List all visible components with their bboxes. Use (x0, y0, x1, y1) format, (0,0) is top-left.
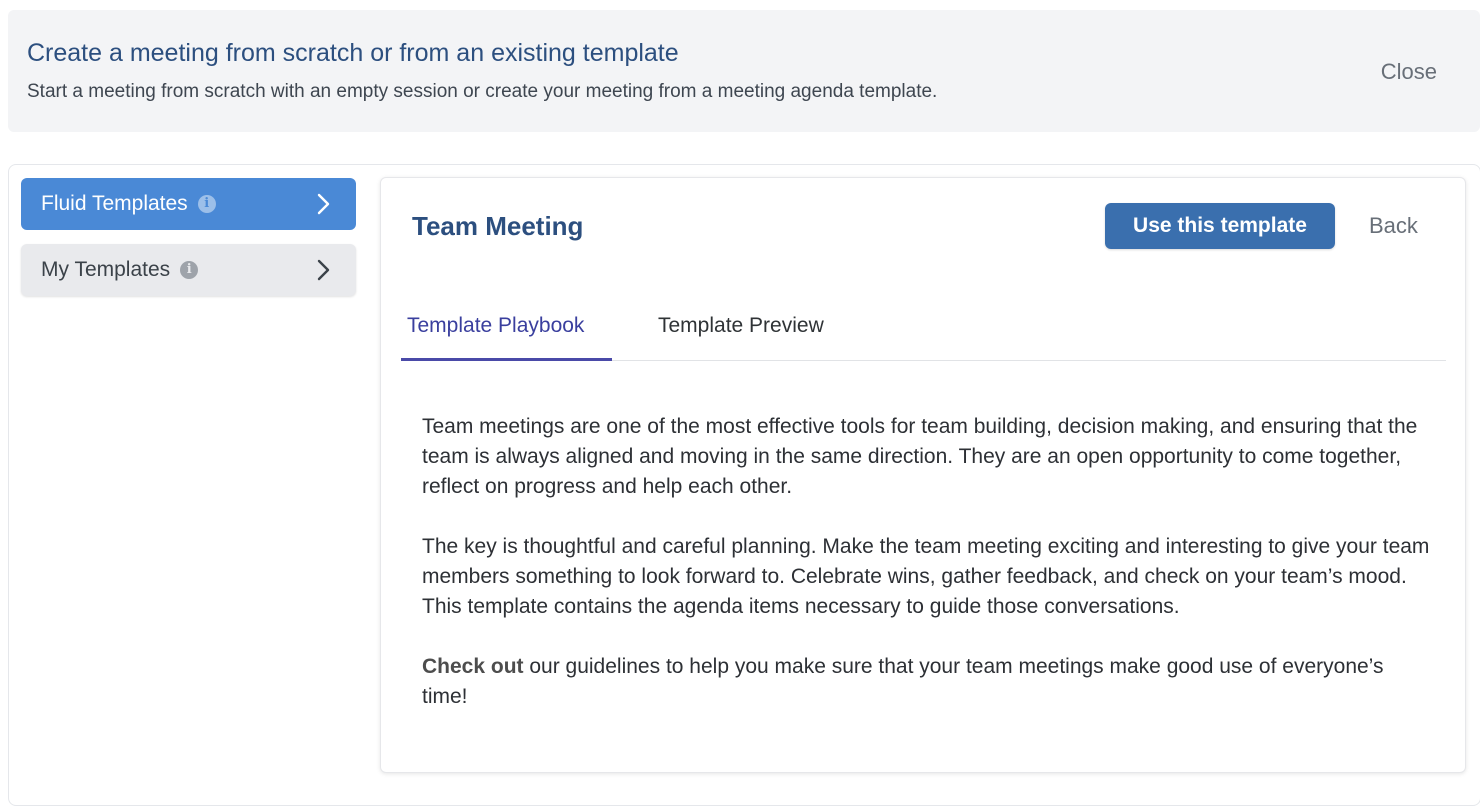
info-icon: i (197, 195, 216, 213)
template-detail-panel: Team Meeting Use this template Back Temp… (380, 177, 1466, 773)
chevron-right-icon (317, 193, 330, 215)
playbook-paragraph: Check out our guidelines to help you mak… (422, 652, 1432, 712)
active-tab-indicator (401, 358, 612, 361)
tab-template-preview[interactable]: Template Preview (658, 314, 824, 338)
check-out-link[interactable]: Check out (422, 655, 524, 678)
back-button[interactable]: Back (1369, 213, 1418, 239)
sidebar-item-my-templates[interactable]: My Templates i (21, 244, 356, 296)
close-button[interactable]: Close (1381, 59, 1437, 85)
sidebar-item-label: Fluid Templates (41, 192, 188, 215)
header-title: Create a meeting from scratch or from an… (27, 39, 679, 67)
template-title: Team Meeting (412, 211, 584, 241)
modal-header: Create a meeting from scratch or from an… (8, 10, 1480, 132)
header-subtitle: Start a meeting from scratch with an emp… (27, 81, 938, 102)
chevron-right-icon (317, 259, 330, 281)
tab-template-playbook[interactable]: Template Playbook (407, 314, 584, 338)
use-template-button[interactable]: Use this template (1105, 203, 1335, 249)
sidebar-item-label: My Templates (41, 258, 171, 281)
playbook-paragraph: The key is thoughtful and careful planni… (422, 535, 1430, 618)
info-icon: i (180, 261, 199, 279)
playbook-paragraph: Team meetings are one of the most effect… (422, 415, 1418, 498)
sidebar-item-fluid-templates[interactable]: Fluid Templates i (21, 178, 356, 230)
check-out-text: our guidelines to help you make sure tha… (422, 655, 1384, 708)
playbook-content: Team meetings are one of the most effect… (422, 412, 1432, 742)
